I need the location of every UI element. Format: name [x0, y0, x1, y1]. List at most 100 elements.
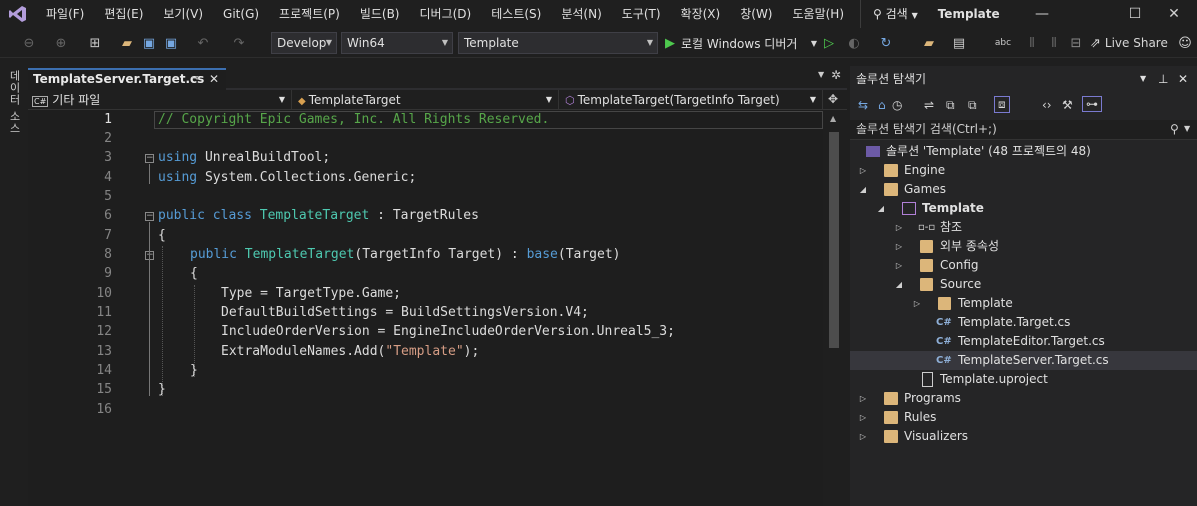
back-icon[interactable]: ⇆: [858, 98, 868, 112]
tree-item-template-target[interactable]: C# Template.Target.cs: [850, 313, 1197, 332]
show-all-files-icon[interactable]: ⧉: [968, 98, 977, 113]
tab-templateserver-target[interactable]: TemplateServer.Target.cs ⊸ ✕: [28, 68, 226, 90]
editor-scrollbar[interactable]: ▲: [823, 110, 847, 506]
solution-folder-icon[interactable]: ▰: [920, 32, 938, 54]
layout-icon[interactable]: ▤: [950, 32, 968, 54]
pin-icon[interactable]: ⊥: [1158, 70, 1168, 88]
startup-project-dropdown[interactable]: Template ▼: [458, 32, 658, 54]
live-share-button[interactable]: ⇗ Live Share: [1090, 32, 1170, 54]
tree-item-source[interactable]: ◢ Source: [850, 275, 1197, 294]
nav-member-dropdown[interactable]: ⬡ TemplateTarget(TargetInfo Target) ▼: [561, 90, 823, 110]
tree-item-references[interactable]: ▷ ▫-▫ 참조: [850, 218, 1197, 237]
fold-toggle-icon[interactable]: −: [145, 154, 154, 163]
code-view-icon[interactable]: ‹›: [1042, 98, 1052, 112]
uncomment-icon[interactable]: ⫴: [1046, 32, 1062, 54]
tree-item-external-deps[interactable]: ▷ 외부 종속성: [850, 237, 1197, 256]
menu-project[interactable]: 프로젝트(P): [269, 0, 350, 28]
chevron-down-icon[interactable]: ◢: [894, 275, 904, 294]
open-folder-icon[interactable]: ▰: [118, 32, 136, 54]
refresh-icon[interactable]: ↻: [878, 32, 894, 54]
chevron-right-icon[interactable]: ▷: [894, 218, 904, 237]
undo-icon[interactable]: ↶: [192, 32, 214, 54]
tree-item-programs[interactable]: ▷ Programs: [850, 389, 1197, 408]
fold-toggle-icon[interactable]: −: [145, 212, 154, 221]
home-icon[interactable]: ⌂: [878, 98, 886, 112]
collapse-all-icon[interactable]: ⧉: [946, 98, 955, 113]
sync-icon[interactable]: ⇌: [924, 98, 934, 112]
start-without-debugging-icon[interactable]: ▷: [822, 32, 836, 54]
chevron-down-icon[interactable]: ▼: [1184, 120, 1190, 138]
configuration-dropdown[interactable]: Develop ▼: [271, 32, 337, 54]
menu-tools[interactable]: 도구(T): [612, 0, 671, 28]
chevron-down-icon[interactable]: ◢: [876, 199, 886, 218]
tree-item-config[interactable]: ▷ Config: [850, 256, 1197, 275]
properties-icon[interactable]: ⚒: [1062, 98, 1073, 112]
tree-item-rules[interactable]: ▷ Rules: [850, 408, 1197, 427]
redo-icon[interactable]: ↷: [228, 32, 250, 54]
chevron-down-icon: ▼: [646, 38, 653, 47]
menu-view[interactable]: 보기(V): [153, 0, 213, 28]
comment-icon[interactable]: ⫴: [1024, 32, 1040, 54]
menu-help[interactable]: 도움말(H): [783, 0, 855, 28]
menu-window[interactable]: 창(W): [730, 0, 782, 28]
search-menu[interactable]: ⚲ 검색 ▼: [860, 0, 928, 28]
platform-dropdown[interactable]: Win64 ▼: [341, 32, 453, 54]
preview-icon[interactable]: ⊶: [1082, 96, 1102, 112]
panel-options-icon[interactable]: ▼: [1140, 70, 1146, 88]
tree-item-template-folder[interactable]: ▷ Template: [850, 294, 1197, 313]
new-item-icon[interactable]: ⊞: [84, 32, 106, 54]
nav-class-dropdown[interactable]: ◆ TemplateTarget ▼: [294, 90, 559, 110]
line-number-gutter: 1 2 3 4 5 6 7 8 9 10 11 12 13 14 15 16: [28, 110, 148, 506]
tree-item-games[interactable]: ◢ Games: [850, 180, 1197, 199]
switch-views-icon[interactable]: ⧈: [994, 96, 1010, 113]
scrollbar-thumb[interactable]: [829, 132, 839, 348]
chevron-right-icon[interactable]: ▷: [858, 161, 868, 180]
tree-item-templateeditor-target[interactable]: C# TemplateEditor.Target.cs: [850, 332, 1197, 351]
menu-build[interactable]: 빌드(B): [350, 0, 410, 28]
tree-item-templateserver-target[interactable]: C# TemplateServer.Target.cs: [850, 351, 1197, 370]
menu-test[interactable]: 테스트(S): [481, 0, 551, 28]
chevron-down-icon[interactable]: ▼: [810, 32, 818, 54]
start-debugging-button[interactable]: ▶ 로컬 Windows 디버거: [665, 32, 810, 54]
pending-changes-icon[interactable]: ◷: [892, 98, 902, 112]
bookmark-icon[interactable]: ⊟: [1068, 32, 1084, 54]
tab-list-dropdown-icon[interactable]: ▼: [818, 70, 824, 79]
chevron-right-icon[interactable]: ▷: [858, 389, 868, 408]
close-icon[interactable]: ✕: [209, 70, 219, 88]
settings-icon[interactable]: ✲: [831, 68, 841, 82]
chevron-right-icon[interactable]: ▷: [858, 427, 868, 446]
close-button[interactable]: ✕: [1151, 0, 1197, 28]
menu-git[interactable]: Git(G): [213, 0, 269, 28]
spell-check-icon[interactable]: abc: [994, 32, 1012, 54]
pin-icon[interactable]: ⊸: [191, 70, 199, 88]
save-icon[interactable]: ▣: [140, 32, 158, 54]
nav-project-dropdown[interactable]: C# 기타 파일 ▼: [28, 90, 292, 110]
chevron-down-icon[interactable]: ◢: [858, 180, 868, 199]
navigate-back-icon[interactable]: ⊖: [18, 32, 40, 54]
menu-extensions[interactable]: 확장(X): [671, 0, 731, 28]
tree-item-solution[interactable]: 솔루션 'Template' (48 프로젝트의 48): [850, 142, 1197, 161]
code-editor[interactable]: 1 2 3 4 5 6 7 8 9 10 11 12 13 14 15 16 −…: [28, 110, 823, 506]
menu-file[interactable]: 파일(F): [36, 0, 94, 28]
save-all-icon[interactable]: ▣: [162, 32, 180, 54]
navigate-forward-icon[interactable]: ⊕: [50, 32, 72, 54]
chevron-right-icon[interactable]: ▷: [894, 237, 904, 256]
solution-search-input[interactable]: 솔루션 탐색기 검색(Ctrl+;) ⚲ ▼: [850, 120, 1197, 140]
menu-debug[interactable]: 디버그(D): [410, 0, 482, 28]
chevron-right-icon[interactable]: ▷: [912, 294, 922, 313]
menu-edit[interactable]: 편집(E): [94, 0, 153, 28]
menu-analyze[interactable]: 분석(N): [551, 0, 611, 28]
hot-reload-icon[interactable]: ◐: [846, 32, 862, 54]
tree-item-template-project[interactable]: ◢ Template: [850, 199, 1197, 218]
tree-item-uproject[interactable]: Template.uproject: [850, 370, 1197, 389]
account-icon[interactable]: ☺: [1176, 32, 1194, 54]
tree-item-engine[interactable]: ▷ Engine: [850, 161, 1197, 180]
scroll-up-icon[interactable]: ▲: [830, 114, 836, 123]
chevron-right-icon[interactable]: ▷: [858, 408, 868, 427]
chevron-right-icon[interactable]: ▷: [894, 256, 904, 275]
minimize-button[interactable]: —: [1019, 0, 1065, 28]
close-icon[interactable]: ✕: [1178, 70, 1188, 88]
split-view-icon[interactable]: ✥: [828, 92, 838, 106]
data-sources-tab[interactable]: 데이터 소스: [6, 70, 22, 135]
tree-item-visualizers[interactable]: ▷ Visualizers: [850, 427, 1197, 446]
